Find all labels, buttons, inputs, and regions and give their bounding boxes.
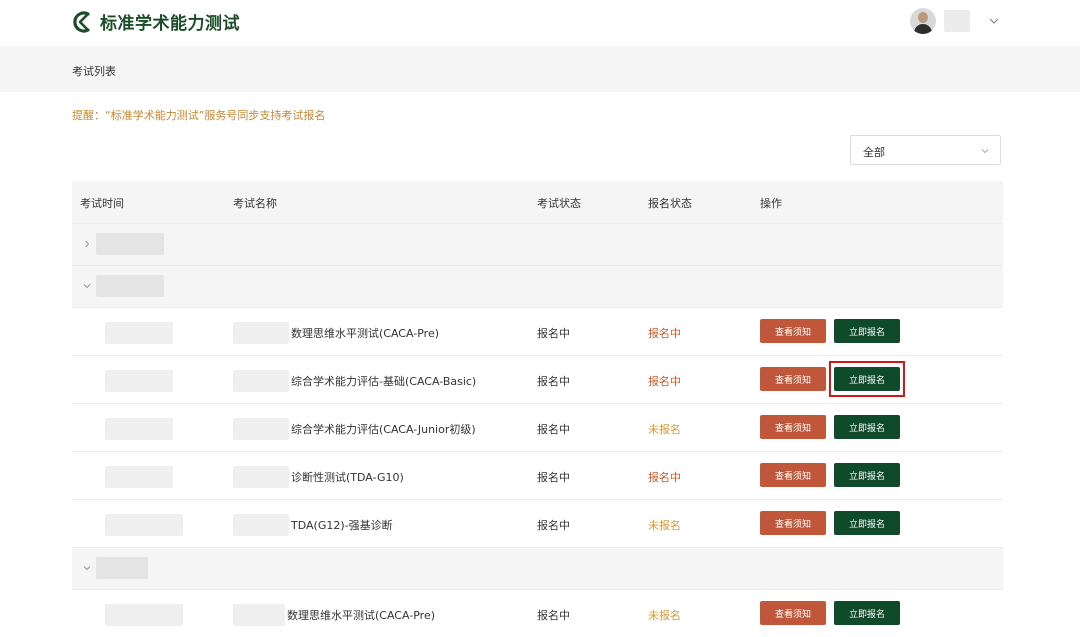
site-logo[interactable]: 标准学术能力测试 bbox=[72, 9, 240, 34]
status-filter-select[interactable]: 全部 bbox=[850, 135, 1001, 165]
user-name-blurred bbox=[944, 10, 970, 32]
site-title: 标准学术能力测试 bbox=[100, 14, 240, 34]
table-row: TDA(G12)-强基诊断 报名中 未报名 查看须知 立即报名 bbox=[72, 499, 1003, 547]
exam-name: 数理思维水平测试(CACA-Pre) bbox=[287, 609, 436, 622]
status-filter-value: 全部 bbox=[863, 146, 885, 159]
register-now-button[interactable]: 立即报名 bbox=[834, 601, 900, 625]
exam-status: 报名中 bbox=[537, 327, 570, 340]
view-notice-button[interactable]: 查看须知 bbox=[760, 319, 826, 343]
breadcrumb[interactable]: 考试列表 bbox=[72, 63, 116, 79]
table-row: 诊断性测试(TDA-G10) 报名中 报名中 查看须知 立即报名 bbox=[72, 451, 1003, 499]
chevron-down-icon[interactable] bbox=[986, 13, 1002, 29]
registration-status: 报名中 bbox=[648, 327, 681, 340]
table-header: 考试时间 考试名称 考试状态 报名状态 操作 bbox=[72, 181, 1003, 223]
view-notice-button[interactable]: 查看须知 bbox=[760, 601, 826, 625]
group-row-collapsed[interactable] bbox=[72, 223, 1003, 265]
exam-status: 报名中 bbox=[537, 375, 570, 388]
user-menu[interactable] bbox=[910, 8, 1002, 34]
table-row: 数理思维水平测试(CACA-Pre) 报名中 报名中 查看须知 立即报名 bbox=[72, 307, 1003, 355]
exam-status: 报名中 bbox=[537, 519, 570, 532]
group-label-blurred bbox=[96, 557, 148, 579]
exam-time-blurred bbox=[105, 370, 173, 392]
chevron-right-icon[interactable] bbox=[82, 239, 92, 249]
notice-text: 提醒：“标准学术能力测试”服务号同步支持考试报名 bbox=[72, 109, 326, 122]
exam-name-prefix-blurred bbox=[233, 514, 289, 536]
breadcrumb-bar: 考试列表 bbox=[0, 46, 1080, 92]
table-row: 综合学术能力评估-基础(CACA-Basic) 报名中 报名中 查看须知 立即报… bbox=[72, 355, 1003, 403]
registration-status: 未报名 bbox=[648, 423, 681, 436]
avatar-icon[interactable] bbox=[910, 8, 936, 34]
exam-time-blurred bbox=[105, 514, 183, 536]
group-label-blurred bbox=[96, 233, 164, 255]
group-label-blurred bbox=[96, 275, 164, 297]
exam-name-prefix-blurred bbox=[233, 370, 289, 392]
exam-name: 数理思维水平测试(CACA-Pre) bbox=[291, 327, 440, 340]
column-actions: 操作 bbox=[760, 197, 782, 210]
exam-name: TDA(G12)-强基诊断 bbox=[291, 519, 393, 532]
table-row: 数理思维水平测试(CACA-Pre) 报名中 未报名 查看须知 立即报名 bbox=[72, 589, 1003, 637]
logo-icon bbox=[73, 10, 90, 33]
chevron-down-icon[interactable] bbox=[82, 281, 92, 291]
view-notice-button[interactable]: 查看须知 bbox=[760, 463, 826, 487]
view-notice-button[interactable]: 查看须知 bbox=[760, 367, 826, 391]
exam-status: 报名中 bbox=[537, 609, 570, 622]
register-now-button[interactable]: 立即报名 bbox=[834, 367, 900, 391]
column-exam-time: 考试时间 bbox=[80, 197, 124, 210]
registration-status: 未报名 bbox=[648, 519, 681, 532]
exam-status: 报名中 bbox=[537, 423, 570, 436]
exam-name-prefix-blurred bbox=[233, 322, 289, 344]
register-now-button[interactable]: 立即报名 bbox=[834, 415, 900, 439]
register-now-button[interactable]: 立即报名 bbox=[834, 319, 900, 343]
chevron-down-icon[interactable] bbox=[82, 563, 92, 573]
exam-time-blurred bbox=[105, 322, 173, 344]
group-row-expanded[interactable] bbox=[72, 547, 1003, 589]
register-now-button[interactable]: 立即报名 bbox=[834, 511, 900, 535]
column-registration-status: 报名状态 bbox=[648, 197, 692, 210]
table-row: 综合学术能力评估(CACA-Junior初级) 报名中 未报名 查看须知 立即报… bbox=[72, 403, 1003, 451]
exam-time-blurred bbox=[105, 466, 173, 488]
exam-name: 诊断性测试(TDA-G10) bbox=[291, 471, 404, 484]
chevron-down-icon bbox=[981, 149, 989, 154]
exam-time-blurred bbox=[105, 418, 173, 440]
top-header: 标准学术能力测试 bbox=[0, 0, 1080, 46]
column-exam-status: 考试状态 bbox=[537, 197, 581, 210]
view-notice-button[interactable]: 查看须知 bbox=[760, 511, 826, 535]
exam-status: 报名中 bbox=[537, 471, 570, 484]
exam-name-prefix-blurred bbox=[233, 466, 289, 488]
exam-name-prefix-blurred bbox=[233, 604, 285, 626]
registration-status: 报名中 bbox=[648, 375, 681, 388]
exam-table: 考试时间 考试名称 考试状态 报名状态 操作 数理思维水平测试(CACA-Pre… bbox=[72, 181, 1003, 637]
exam-time-blurred bbox=[105, 604, 183, 626]
exam-name: 综合学术能力评估(CACA-Junior初级) bbox=[291, 423, 476, 436]
registration-status: 报名中 bbox=[648, 471, 681, 484]
exam-name: 综合学术能力评估-基础(CACA-Basic) bbox=[291, 375, 477, 388]
column-exam-name: 考试名称 bbox=[233, 197, 277, 210]
view-notice-button[interactable]: 查看须知 bbox=[760, 415, 826, 439]
exam-name-prefix-blurred bbox=[233, 418, 289, 440]
register-now-button[interactable]: 立即报名 bbox=[834, 463, 900, 487]
registration-status: 未报名 bbox=[648, 609, 681, 622]
group-row-expanded[interactable] bbox=[72, 265, 1003, 307]
